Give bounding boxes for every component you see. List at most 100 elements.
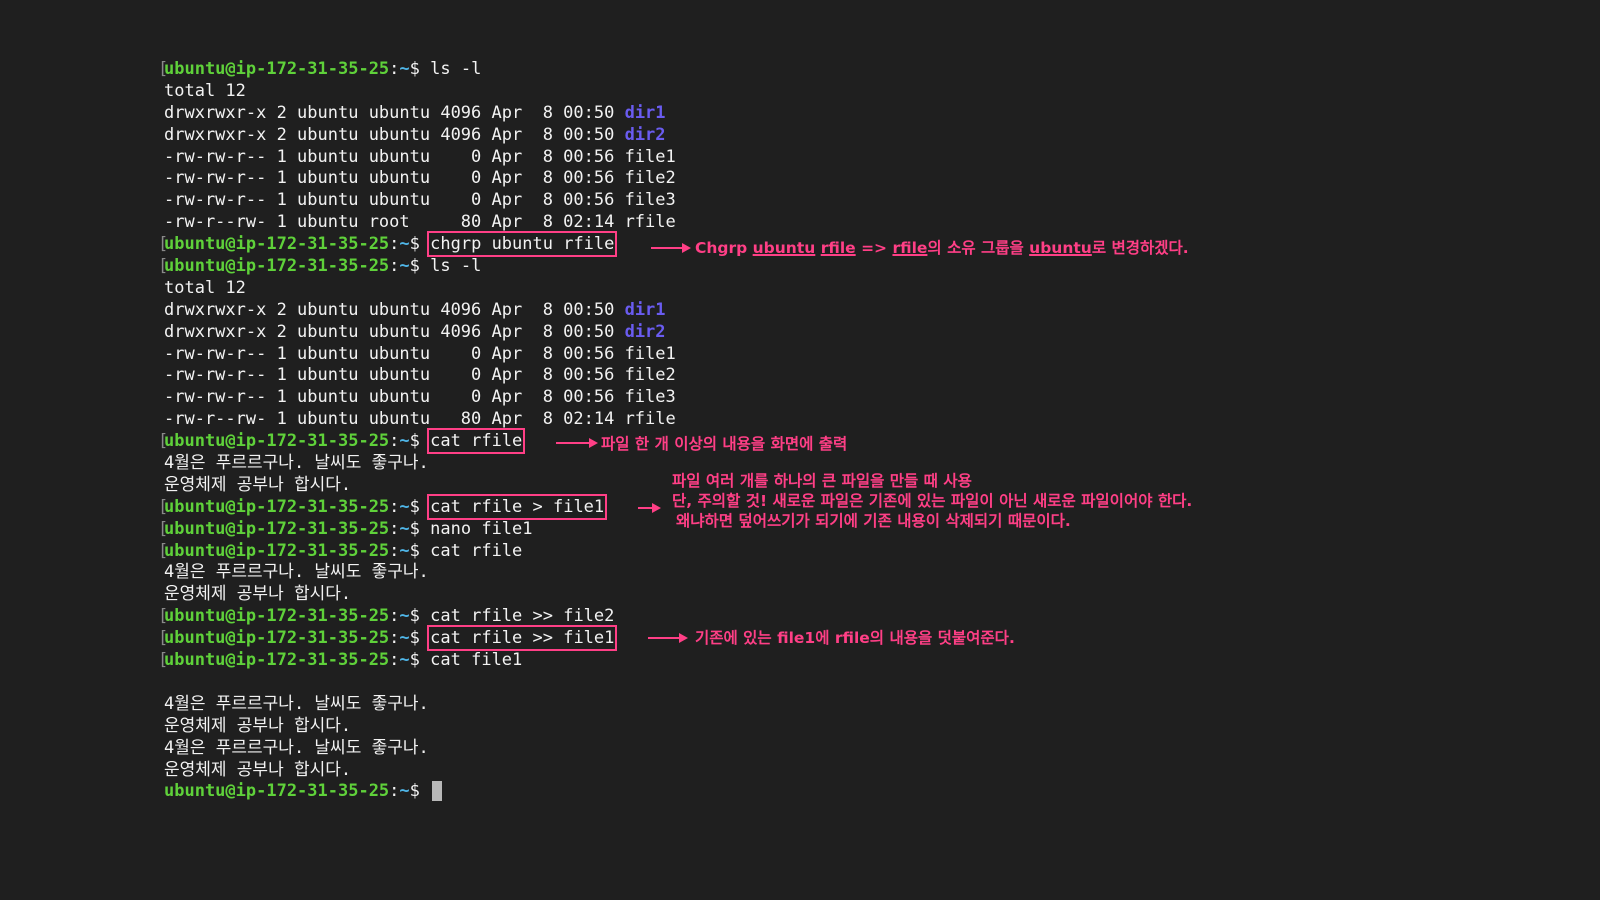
prompt-user-host: ubuntu@ip-172-31-35-25 bbox=[164, 431, 390, 452]
prompt-symbol: $ bbox=[409, 431, 431, 452]
ls-output-line: drwxrwxr-x 2 ubuntu ubuntu 4096 Apr 8 00… bbox=[164, 125, 1164, 147]
output-line: -rw-rw-r-- 1 ubuntu ubuntu 0 Apr 8 00:56… bbox=[164, 168, 676, 189]
ls-entry-text: drwxrwxr-x 2 ubuntu ubuntu 4096 Apr 8 00… bbox=[164, 102, 625, 123]
prompt-path: ~ bbox=[399, 234, 410, 255]
prompt-user-host: ubuntu@ip-172-31-35-25 bbox=[164, 628, 390, 649]
prompt-colon: : bbox=[389, 496, 400, 517]
ls-entry-text: drwxrwxr-x 2 ubuntu ubuntu 4096 Apr 8 00… bbox=[164, 321, 625, 342]
prompt-user-host: ubuntu@ip-172-31-35-25 bbox=[164, 59, 390, 79]
ls-output-line: drwxrwxr-x 2 ubuntu ubuntu 4096 Apr 8 00… bbox=[164, 322, 1164, 344]
prompt-user-host: ubuntu@ip-172-31-35-25 bbox=[164, 606, 390, 627]
prompt-colon: : bbox=[389, 518, 400, 539]
prompt-colon: : bbox=[389, 540, 400, 561]
prompt-path: ~ bbox=[399, 606, 410, 627]
prompt-colon: : bbox=[389, 606, 400, 627]
annotation-redirect-2: 단, 주의할 것! 새로운 파일은 기존에 있는 파일이 아닌 새로운 파일이어… bbox=[672, 492, 1193, 510]
prompt-user-host: ubuntu@ip-172-31-35-25 bbox=[164, 496, 390, 517]
prompt-symbol: $ bbox=[409, 540, 431, 561]
command-text: cat rfile bbox=[430, 540, 523, 561]
highlighted-command: cat rfile >> file1 bbox=[427, 625, 618, 652]
output-line: 운영체제 공부나 합시다. bbox=[164, 715, 352, 736]
prompt-line: [ubuntu@ip-172-31-35-25:~$ ls -l bbox=[158, 256, 1164, 278]
annotation-redirect-1: 파일 여러 개를 하나의 큰 파일을 만들 때 사용 bbox=[672, 472, 972, 490]
prompt-symbol: $ bbox=[409, 59, 431, 79]
directory-name: dir2 bbox=[624, 124, 666, 145]
prompt-path: ~ bbox=[399, 540, 410, 561]
prompt-user-host: ubuntu@ip-172-31-35-25 bbox=[164, 540, 390, 561]
command-text: ls -l bbox=[430, 59, 482, 79]
ls-output-line: drwxrwxr-x 2 ubuntu ubuntu 4096 Apr 8 00… bbox=[164, 103, 1164, 125]
output-line: -rw-rw-r-- 1 ubuntu ubuntu 0 Apr 8 00:56… bbox=[164, 146, 676, 167]
prompt-colon: : bbox=[389, 628, 400, 649]
output-line: 운영체제 공부나 합시다. bbox=[164, 759, 352, 780]
terminal-cursor[interactable] bbox=[432, 781, 443, 802]
arrow-append bbox=[648, 633, 688, 643]
prompt-symbol: $ bbox=[409, 606, 431, 627]
output-line: 운영체제 공부나 합시다. bbox=[164, 584, 352, 605]
output-line: 4월은 푸르르구나. 날씨도 좋구나. bbox=[164, 693, 429, 714]
prompt-path: ~ bbox=[399, 59, 410, 79]
directory-name: dir2 bbox=[624, 321, 666, 342]
prompt-colon: : bbox=[389, 256, 400, 277]
output-line: total 12 bbox=[164, 80, 246, 101]
output-line: total 12 bbox=[164, 277, 246, 298]
prompt-path: ~ bbox=[399, 496, 410, 517]
prompt-colon: : bbox=[389, 431, 400, 452]
prompt-line: [ubuntu@ip-172-31-35-25:~$ cat file1 bbox=[158, 650, 1164, 672]
command-text: cat file1 bbox=[430, 650, 523, 671]
ls-output-line: drwxrwxr-x 2 ubuntu ubuntu 4096 Apr 8 00… bbox=[164, 300, 1164, 322]
output-line: 4월은 푸르르구나. 날씨도 좋구나. bbox=[164, 737, 429, 758]
arrow-chgrp bbox=[651, 243, 691, 253]
highlighted-command: chgrp ubuntu rfile bbox=[427, 231, 618, 258]
prompt-symbol: $ bbox=[409, 256, 431, 277]
output-line: -rw-r--rw- 1 ubuntu root 80 Apr 8 02:14 … bbox=[164, 212, 676, 233]
directory-name: dir1 bbox=[624, 299, 666, 320]
prompt-path: ~ bbox=[399, 781, 410, 802]
prompt-colon: : bbox=[389, 234, 400, 255]
prompt-line: [ubuntu@ip-172-31-35-25:~$ cat rfile bbox=[158, 540, 1164, 563]
output-line: 4월은 푸르르구나. 날씨도 좋구나. bbox=[164, 453, 429, 474]
output-line: 4월은 푸르르구나. 날씨도 좋구나. bbox=[164, 562, 429, 583]
annotation-chgrp: Chgrp ubuntu rfile => rfile의 소유 그룹을 ubun… bbox=[695, 239, 1189, 257]
annotation-cat: 파일 한 개 이상의 내용을 화면에 출력 bbox=[601, 435, 848, 453]
arrow-cat bbox=[556, 438, 598, 448]
command-text: nano file1 bbox=[430, 518, 533, 539]
prompt-symbol: $ bbox=[409, 518, 431, 539]
command-text: ls -l bbox=[430, 256, 482, 277]
prompt-path: ~ bbox=[399, 628, 410, 649]
annotation-redirect-3: 왜냐하면 덮어쓰기가 되기에 기존 내용이 삭제되기 때문이다. bbox=[676, 512, 1071, 530]
arrow-redirect bbox=[638, 503, 661, 513]
prompt-symbol: $ bbox=[409, 628, 431, 649]
prompt-line: ubuntu@ip-172-31-35-25:~$ bbox=[164, 781, 1164, 803]
highlighted-command: cat rfile > file1 bbox=[427, 493, 608, 520]
prompt-user-host: ubuntu@ip-172-31-35-25 bbox=[164, 234, 390, 255]
output-line: -rw-r--rw- 1 ubuntu ubuntu 80 Apr 8 02:1… bbox=[164, 409, 676, 430]
output-line: -rw-rw-r-- 1 ubuntu ubuntu 0 Apr 8 00:56… bbox=[164, 190, 676, 211]
ls-entry-text: drwxrwxr-x 2 ubuntu ubuntu 4096 Apr 8 00… bbox=[164, 299, 625, 320]
prompt-user-host: ubuntu@ip-172-31-35-25 bbox=[164, 781, 390, 802]
output-line: -rw-rw-r-- 1 ubuntu ubuntu 0 Apr 8 00:56… bbox=[164, 365, 676, 386]
prompt-symbol: $ bbox=[409, 234, 431, 255]
prompt-symbol: $ bbox=[409, 496, 431, 517]
prompt-line: [ubuntu@ip-172-31-35-25:~$ cat rfile >> … bbox=[158, 606, 1164, 628]
prompt-user-host: ubuntu@ip-172-31-35-25 bbox=[164, 256, 390, 277]
output-line: -rw-rw-r-- 1 ubuntu ubuntu 0 Apr 8 00:56… bbox=[164, 387, 676, 408]
prompt-user-host: ubuntu@ip-172-31-35-25 bbox=[164, 518, 390, 539]
ls-entry-text: drwxrwxr-x 2 ubuntu ubuntu 4096 Apr 8 00… bbox=[164, 124, 625, 145]
prompt-colon: : bbox=[389, 650, 400, 671]
prompt-path: ~ bbox=[399, 431, 410, 452]
prompt-path: ~ bbox=[399, 256, 410, 277]
prompt-symbol: $ bbox=[409, 781, 431, 802]
prompt-colon: : bbox=[389, 781, 400, 802]
highlighted-command: cat rfile bbox=[427, 428, 526, 455]
prompt-line: [ubuntu@ip-172-31-35-25:~$ ls -l bbox=[158, 59, 1164, 81]
directory-name: dir1 bbox=[624, 102, 666, 123]
prompt-path: ~ bbox=[399, 518, 410, 539]
prompt-colon: : bbox=[389, 59, 400, 79]
prompt-path: ~ bbox=[399, 650, 410, 671]
output-line: -rw-rw-r-- 1 ubuntu ubuntu 0 Apr 8 00:56… bbox=[164, 343, 676, 364]
prompt-symbol: $ bbox=[409, 650, 431, 671]
annotation-append: 기존에 있는 file1에 rfile의 내용을 덧붙여준다. bbox=[695, 629, 1015, 647]
prompt-user-host: ubuntu@ip-172-31-35-25 bbox=[164, 650, 390, 671]
